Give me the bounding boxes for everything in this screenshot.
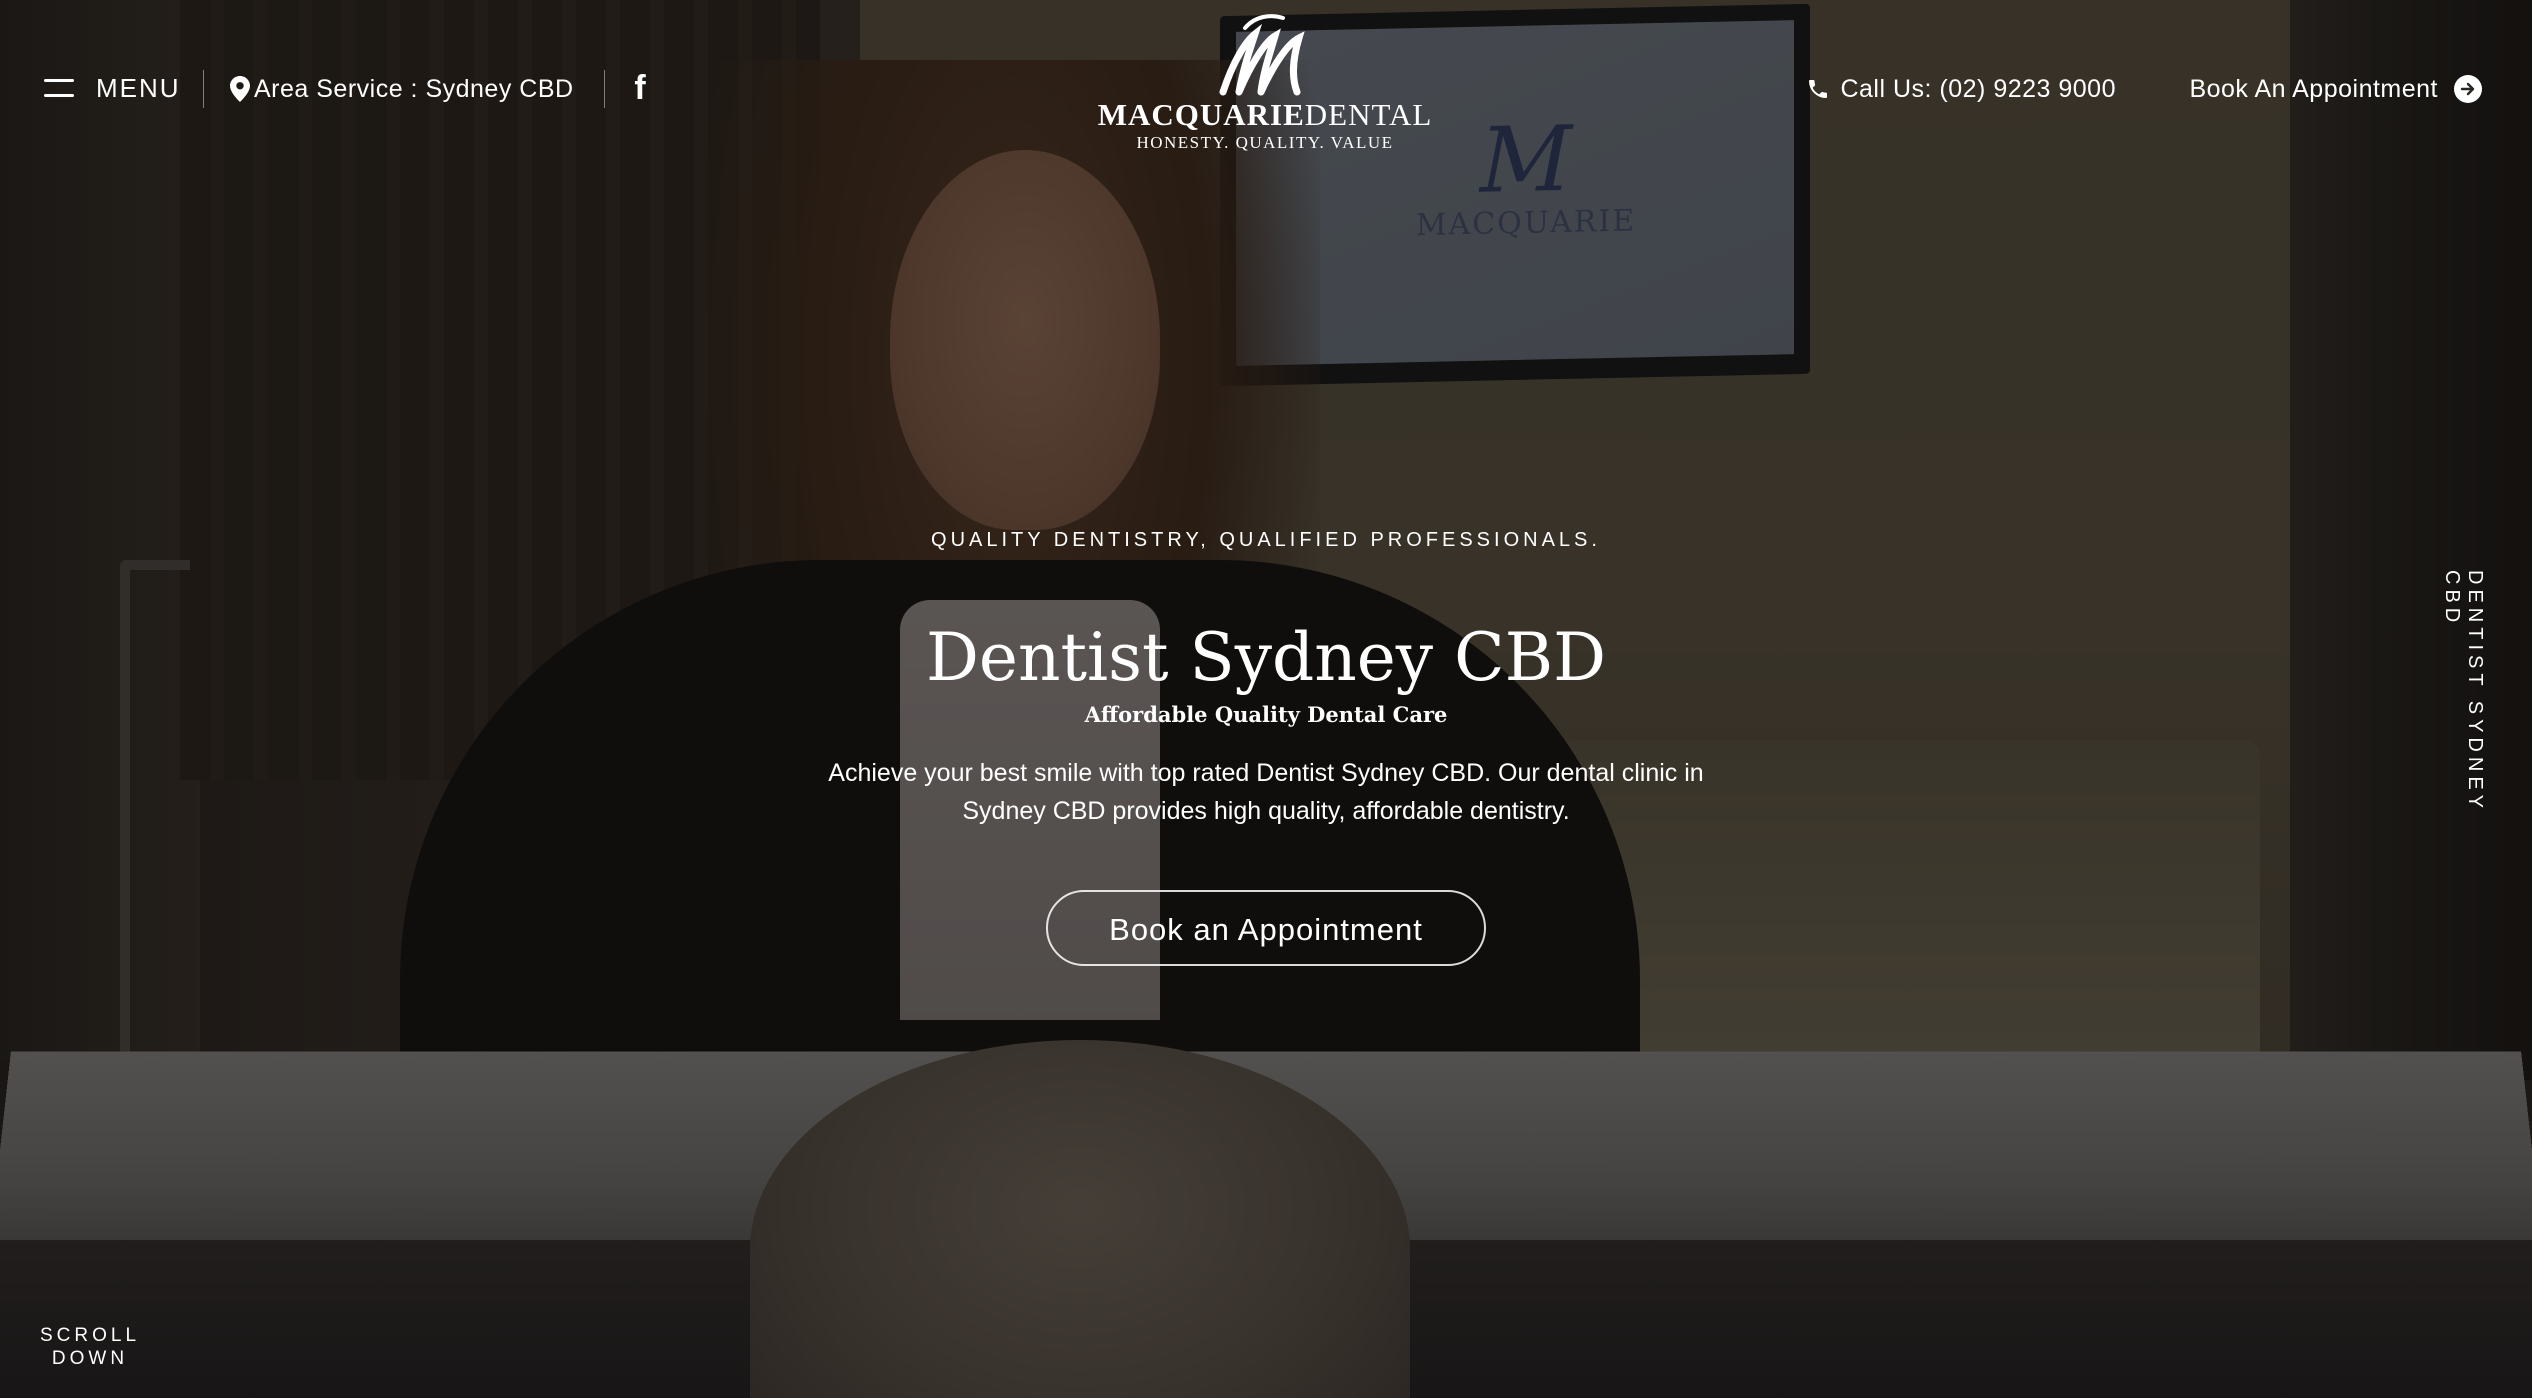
hero-eyebrow: QUALITY DENTISTRY, QUALIFIED PROFESSIONA… <box>931 529 1601 551</box>
book-appointment-header-link[interactable]: Book An Appointment <box>2189 70 2482 108</box>
map-pin-icon <box>230 76 250 102</box>
side-vertical-label: DENTIST SYDNEY CBD <box>2440 570 2486 880</box>
logo-tagline: HONESTY. QUALITY. VALUE <box>1136 133 1394 152</box>
facebook-icon[interactable]: f <box>628 68 652 108</box>
header-divider <box>604 70 605 108</box>
scroll-down-line1: SCROLL <box>39 1325 141 1346</box>
area-service-label: Area Service : Sydney CBD <box>254 74 574 103</box>
header-divider <box>203 70 204 108</box>
scroll-down-link[interactable]: SCROLL DOWN <box>30 1324 150 1370</box>
scroll-down-line2: DOWN <box>51 1348 129 1369</box>
side-vertical-text: DENTIST SYDNEY CBD <box>2441 570 2486 813</box>
menu-label: MENU <box>96 72 181 103</box>
phone-icon <box>1809 80 1828 98</box>
call-us-link[interactable]: Call Us: (02) 9223 9000 <box>1806 70 2116 108</box>
hero-title: Dentist Sydney CBD <box>926 619 1606 696</box>
logo-wordmark: MACQUARIEDENTAL <box>1097 97 1433 132</box>
hero-section: M MACQUARIE MENU Area Service : Sydney C… <box>0 0 2532 1398</box>
hero-description: Achieve your best smile with top rated D… <box>828 759 1704 825</box>
menu-button[interactable]: MENU <box>44 68 181 108</box>
arrow-right-circle-icon <box>2454 75 2482 103</box>
site-logo[interactable]: MACQUARIEDENTAL HONESTY. QUALITY. VALUE <box>1090 12 1440 154</box>
hero-subtitle: Affordable Quality Dental Care <box>1084 702 1448 727</box>
logo-m-mark-icon <box>1219 14 1305 96</box>
hero-content: QUALITY DENTISTRY, QUALIFIED PROFESSIONA… <box>0 520 2532 966</box>
call-us-label: Call Us: (02) 9223 9000 <box>1840 74 2116 103</box>
hamburger-icon <box>44 77 76 99</box>
site-header: MENU Area Service : Sydney CBD f MACQUAR… <box>0 0 2532 180</box>
book-appointment-button[interactable]: Book an Appointment <box>1046 890 1486 966</box>
book-appointment-header-label: Book An Appointment <box>2189 74 2438 103</box>
area-service: Area Service : Sydney CBD <box>230 70 574 108</box>
